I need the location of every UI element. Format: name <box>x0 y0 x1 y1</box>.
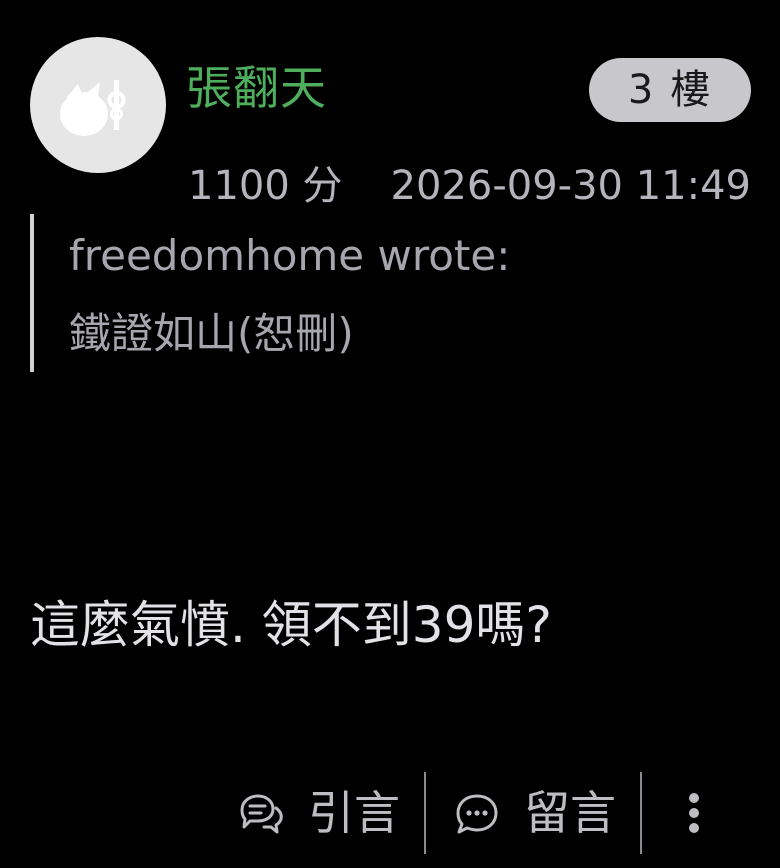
quote-author: freedomhome wrote: <box>69 231 511 280</box>
post-meta: 1100 分 2026-09-30 11:49 <box>188 160 751 212</box>
comment-button[interactable]: 留言 <box>452 783 616 843</box>
avatar[interactable] <box>30 37 166 173</box>
comment-button-label: 留言 <box>524 786 616 840</box>
quote-block: freedomhome wrote: 鐵證如山(恕刪) <box>30 214 630 372</box>
action-divider <box>640 772 642 854</box>
action-divider <box>424 772 426 854</box>
quote-bubbles-icon <box>236 788 286 838</box>
post-body: 這麼氣憤. 領不到39嗎? <box>30 596 552 654</box>
user-score: 1100 分 <box>188 163 343 209</box>
more-vertical-icon <box>689 793 699 833</box>
quote-text: 鐵證如山(恕刪) <box>69 309 354 358</box>
more-options-button[interactable] <box>674 783 714 843</box>
comment-bubble-icon <box>452 788 502 838</box>
action-bar: 引言 留言 <box>236 772 714 854</box>
floor-badge: 3 樓 <box>589 58 751 122</box>
post-timestamp: 2026-09-30 11:49 <box>390 163 751 209</box>
quote-button-label: 引言 <box>308 786 400 840</box>
quote-button[interactable]: 引言 <box>236 783 400 843</box>
username[interactable]: 張翻天 <box>186 58 327 118</box>
avatar-figure-icon <box>60 80 126 136</box>
